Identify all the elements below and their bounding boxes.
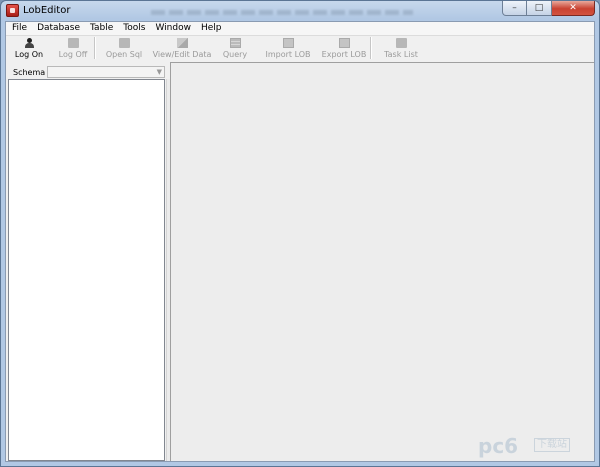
user-off-icon [67, 38, 79, 48]
app-icon[interactable] [6, 4, 19, 17]
task-list-button[interactable]: Task List [372, 36, 430, 61]
log-off-button[interactable]: Log Off [52, 36, 94, 61]
toolbar: Log On Log Off Open Sql View/Edit Data Q… [6, 36, 594, 61]
client-area: File Database Table Tools Window Help Lo… [5, 21, 595, 462]
schema-label: Schema [13, 67, 46, 77]
mdi-workspace [170, 62, 594, 461]
watermark-site: 下载站 [534, 438, 570, 452]
menu-bar: File Database Table Tools Window Help [6, 22, 594, 36]
minimize-icon: – [512, 3, 517, 13]
close-button[interactable]: ✕ [552, 1, 595, 16]
view-edit-data-button[interactable]: View/Edit Data [152, 36, 212, 61]
import-lob-button[interactable]: Import LOB [258, 36, 318, 61]
object-tree-panel[interactable] [8, 79, 165, 461]
open-sql-button[interactable]: Open Sql [96, 36, 152, 61]
menu-file[interactable]: File [6, 22, 32, 35]
window-title: LobEditor [23, 5, 71, 16]
menu-window[interactable]: Window [150, 22, 196, 35]
open-sql-label: Open Sql [105, 50, 143, 59]
blurred-title-region [151, 10, 413, 15]
user-icon [24, 38, 35, 48]
view-edit-data-label: View/Edit Data [152, 50, 212, 59]
window-controls: – □ ✕ [502, 1, 595, 17]
folder-icon [118, 38, 130, 48]
export-icon [338, 38, 350, 48]
watermark-brand: pc6 [478, 434, 519, 458]
task-list-label: Task List [384, 50, 418, 59]
import-icon [282, 38, 294, 48]
schema-row: Schema ▼ [8, 65, 167, 79]
log-on-button[interactable]: Log On [6, 36, 52, 61]
title-bar[interactable]: LobEditor – □ ✕ [1, 1, 599, 21]
log-off-label: Log Off [58, 50, 88, 59]
task-list-icon [395, 38, 407, 48]
schema-select[interactable]: ▼ [47, 66, 165, 78]
menu-tools[interactable]: Tools [118, 22, 150, 35]
menu-database[interactable]: Database [32, 22, 85, 35]
chevron-down-icon[interactable]: ▼ [157, 68, 162, 76]
close-icon: ✕ [569, 3, 577, 13]
menu-table[interactable]: Table [85, 22, 118, 35]
query-button[interactable]: Query [212, 36, 258, 61]
menu-help[interactable]: Help [196, 22, 227, 35]
export-lob-button[interactable]: Export LOB [318, 36, 370, 61]
log-on-label: Log On [14, 50, 44, 59]
maximize-icon: □ [534, 3, 544, 13]
app-window: LobEditor – □ ✕ File Database Table Tool… [0, 0, 600, 467]
import-lob-label: Import LOB [265, 50, 311, 59]
minimize-button[interactable]: – [502, 1, 527, 16]
watermark-logo: pc6 下载站 [478, 434, 590, 460]
maximize-button[interactable]: □ [527, 1, 552, 16]
query-label: Query [222, 50, 248, 59]
export-lob-label: Export LOB [321, 50, 367, 59]
edit-icon [176, 38, 188, 48]
query-icon [229, 38, 241, 48]
